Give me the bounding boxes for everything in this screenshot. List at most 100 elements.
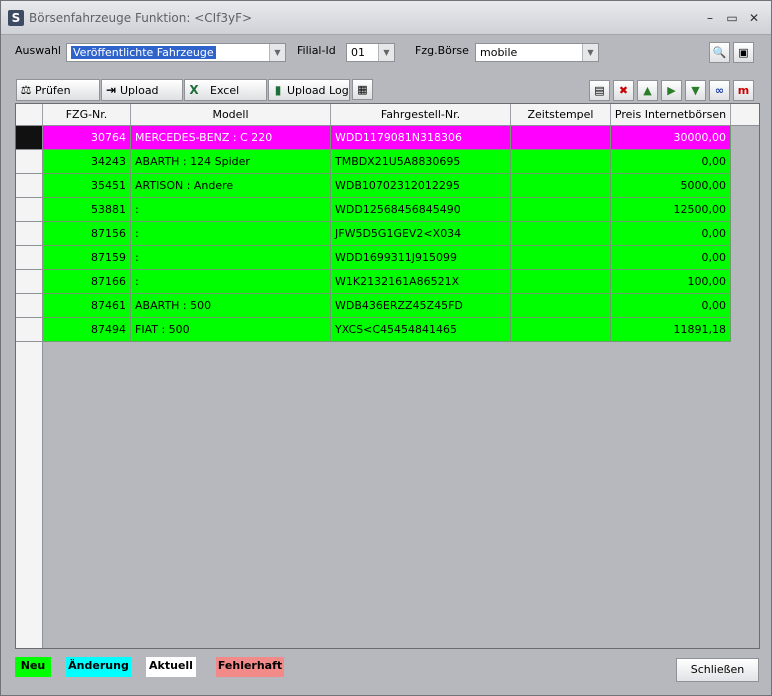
cell-fzg[interactable]: 87159	[43, 246, 131, 270]
cell-zeitstempel[interactable]	[511, 222, 611, 246]
close-window-button[interactable]: ✕	[745, 10, 763, 26]
cell-preis[interactable]: 0,00	[611, 222, 731, 246]
search-button[interactable]: 🔍	[709, 42, 730, 63]
cell-modell[interactable]: MERCEDES-BENZ : C 220	[131, 126, 331, 150]
cell-fzg[interactable]: 30764	[43, 126, 131, 150]
cell-zeitstempel[interactable]	[511, 294, 611, 318]
row-selector[interactable]	[16, 294, 43, 318]
cell-zeitstempel[interactable]	[511, 318, 611, 342]
row-selector[interactable]	[16, 318, 43, 342]
cell-modell[interactable]: :	[131, 270, 331, 294]
log-icon: ▮	[274, 83, 282, 97]
excel-button[interactable]: X Excel	[184, 79, 267, 101]
delete-button[interactable]: ✖	[613, 80, 634, 101]
cell-zeitstempel[interactable]	[511, 198, 611, 222]
cell-fahrgestell[interactable]: WDD1699311J915099	[331, 246, 511, 270]
cell-fzg[interactable]: 35451	[43, 174, 131, 198]
cell-zeitstempel[interactable]	[511, 270, 611, 294]
boerse-label: Fzg.Börse	[415, 44, 469, 57]
cell-fzg[interactable]: 87166	[43, 270, 131, 294]
pruefen-button[interactable]: ⚖ Prüfen	[16, 79, 100, 101]
row-selector[interactable]	[16, 246, 43, 270]
cell-fzg[interactable]: 34243	[43, 150, 131, 174]
app-icon: S	[8, 10, 24, 26]
cell-fahrgestell[interactable]: YXCS<C45454841465	[331, 318, 511, 342]
col-header-fzg[interactable]: FZG-Nr.	[43, 104, 131, 126]
auswahl-value: Veröffentlichte Fahrzeuge	[71, 46, 216, 59]
exit-button[interactable]: m	[733, 80, 754, 101]
cell-fahrgestell[interactable]: WDD12568456845490	[331, 198, 511, 222]
cell-preis[interactable]: 5000,00	[611, 174, 731, 198]
cell-zeitstempel[interactable]	[511, 126, 611, 150]
cell-fzg[interactable]: 53881	[43, 198, 131, 222]
close-button[interactable]: Schließen	[676, 658, 759, 682]
cell-modell[interactable]: FIAT : 500	[131, 318, 331, 342]
maximize-button[interactable]: ▭	[723, 10, 741, 26]
header-filler	[731, 104, 759, 126]
cell-modell[interactable]: :	[131, 198, 331, 222]
cell-preis[interactable]: 30000,00	[611, 126, 731, 150]
row-selector-header	[16, 104, 43, 126]
row-selector[interactable]	[16, 222, 43, 246]
col-header-preis[interactable]: Preis Internetbörsen	[611, 104, 731, 126]
chevron-down-icon[interactable]: ▼	[378, 44, 394, 61]
cell-zeitstempel[interactable]	[511, 174, 611, 198]
cell-fzg[interactable]: 87461	[43, 294, 131, 318]
row-selector[interactable]	[16, 198, 43, 222]
grid-icon: ▦	[357, 83, 368, 96]
col-header-fahrgestell[interactable]: Fahrgestell-Nr.	[331, 104, 511, 126]
row-selector[interactable]	[16, 174, 43, 198]
upload-log-label: Upload Log	[287, 84, 349, 97]
cell-preis[interactable]: 0,00	[611, 150, 731, 174]
cell-fzg[interactable]: 87156	[43, 222, 131, 246]
cell-fahrgestell[interactable]: W1K2132161A86521X	[331, 270, 511, 294]
cell-modell[interactable]: :	[131, 222, 331, 246]
chevron-down-icon[interactable]: ▼	[582, 44, 598, 61]
upload-button[interactable]: ⇥ Upload	[101, 79, 183, 101]
filial-value: 01	[351, 46, 365, 59]
cell-fahrgestell[interactable]: JFW5D5G1GEV2<X034	[331, 222, 511, 246]
minimize-button[interactable]: –	[701, 10, 719, 26]
find-button[interactable]: ∞	[709, 80, 730, 101]
row-selector[interactable]	[16, 126, 43, 150]
arrow-down-icon: ▼	[691, 84, 700, 97]
row-selector[interactable]	[16, 270, 43, 294]
cell-modell[interactable]: ABARTH : 500	[131, 294, 331, 318]
col-header-zeitstempel[interactable]: Zeitstempel	[511, 104, 611, 126]
columns-button[interactable]: ▦	[352, 79, 373, 100]
binoculars-icon: ∞	[714, 84, 725, 97]
cell-modell[interactable]: :	[131, 246, 331, 270]
chevron-down-icon[interactable]: ▼	[269, 44, 285, 61]
upload-log-button[interactable]: ▮ Upload Log	[268, 79, 350, 101]
layout-button[interactable]: ▤	[589, 80, 610, 101]
cell-preis[interactable]: 100,00	[611, 270, 731, 294]
cell-modell[interactable]: ARTISON : Andere	[131, 174, 331, 198]
cell-preis[interactable]: 12500,00	[611, 198, 731, 222]
col-header-modell[interactable]: Modell	[131, 104, 331, 126]
cell-preis[interactable]: 0,00	[611, 246, 731, 270]
cell-fahrgestell[interactable]: TMBDX21U5A8830695	[331, 150, 511, 174]
cell-zeitstempel[interactable]	[511, 150, 611, 174]
window-settings-button[interactable]: ▣	[733, 42, 754, 63]
cell-fahrgestell[interactable]: WDD1179081N318306	[331, 126, 511, 150]
cell-preis[interactable]: 11891,18	[611, 318, 731, 342]
cell-fahrgestell[interactable]: WDB10702312012295	[331, 174, 511, 198]
move-right-button[interactable]: ▶	[661, 80, 682, 101]
auswahl-select[interactable]: Veröffentlichte Fahrzeuge ▼	[66, 43, 286, 62]
cell-preis[interactable]: 0,00	[611, 294, 731, 318]
excel-icon: X	[189, 83, 199, 97]
legend-neu: Neu	[15, 657, 51, 677]
cell-fahrgestell[interactable]: WDB436ERZZ45Z45FD	[331, 294, 511, 318]
window-title: Börsenfahrzeuge Funktion: <CIf3yF>	[29, 11, 253, 25]
cell-zeitstempel[interactable]	[511, 246, 611, 270]
move-up-button[interactable]: ▲	[637, 80, 658, 101]
boerse-value: mobile	[480, 46, 518, 59]
move-down-button[interactable]: ▼	[685, 80, 706, 101]
row-selector[interactable]	[16, 150, 43, 174]
filial-select[interactable]: 01 ▼	[346, 43, 395, 62]
cell-fzg[interactable]: 87494	[43, 318, 131, 342]
cell-modell[interactable]: ABARTH : 124 Spider	[131, 150, 331, 174]
auswahl-label: Auswahl	[15, 44, 61, 57]
upload-label: Upload	[120, 84, 159, 97]
boerse-select[interactable]: mobile ▼	[475, 43, 599, 62]
